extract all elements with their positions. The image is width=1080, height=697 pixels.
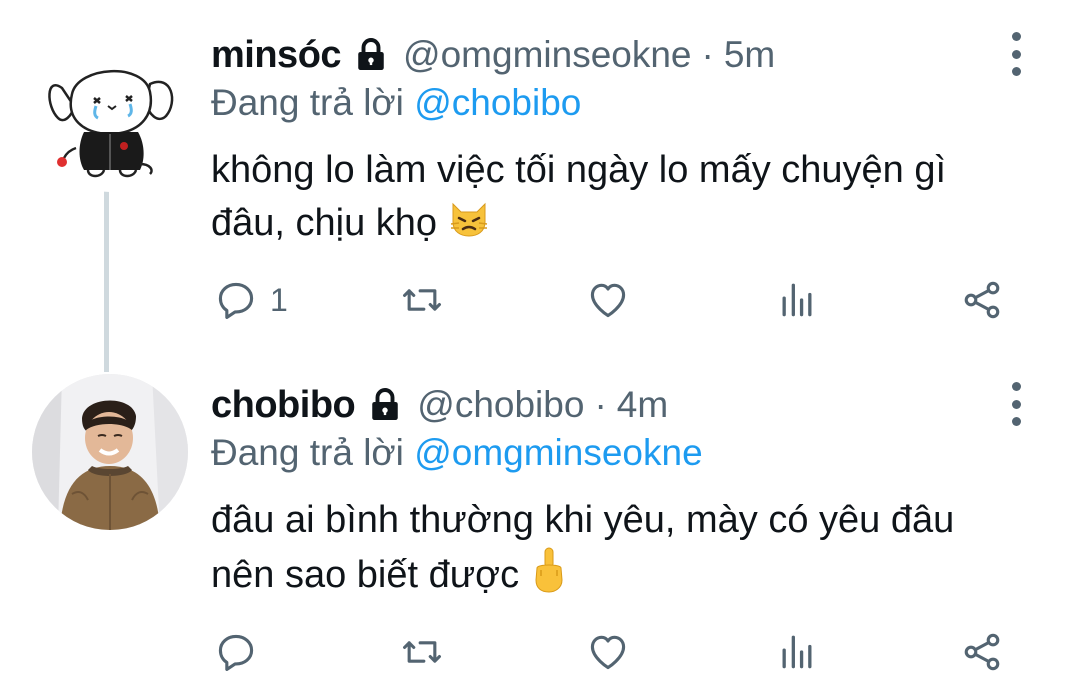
avatar-chobibo[interactable] — [32, 374, 188, 530]
handle[interactable]: @chobibo — [417, 384, 584, 426]
share-icon — [964, 633, 1000, 671]
reply-button[interactable] — [214, 627, 270, 677]
reply-icon — [218, 282, 254, 319]
tweet-text-line: nên sao biết được — [211, 554, 520, 597]
separator-dot: · — [594, 384, 607, 425]
display-name[interactable]: chobibo — [211, 384, 356, 427]
like-button[interactable] — [586, 275, 630, 325]
replying-to: Đang trả lời @omgminseokne — [211, 432, 703, 474]
tweet-2[interactable]: chobibo @chobibo · 4m Đang trả lời @omgm… — [0, 360, 1080, 697]
tweet-text-line: đâu ai bình thường khi yêu, mày có yêu đ… — [211, 499, 955, 541]
tweet-text: đâu ai bình thường khi yêu, mày có yêu đ… — [211, 494, 1031, 608]
views-icon — [782, 635, 812, 669]
tweet-header: chobibo @chobibo · 4m — [211, 380, 668, 430]
mention-link[interactable]: @omgminseokne — [414, 432, 702, 473]
more-options-icon[interactable] — [1004, 382, 1028, 426]
replying-to: Đang trả lời @chobibo — [211, 82, 581, 124]
retweet-icon — [403, 641, 441, 663]
replying-prefix: Đang trả lời — [211, 82, 404, 123]
tweet-text: không lo làm việc tối ngày lo mấy chuyện… — [211, 144, 1031, 254]
tweet-actions: 1 — [0, 275, 1080, 325]
separator-dot: · — [701, 34, 714, 75]
reply-icon — [218, 634, 254, 671]
share-button[interactable] — [960, 627, 1004, 677]
tweet-1[interactable]: minsóc @omgminseokne · 5m Đang trả lời @… — [0, 0, 1080, 360]
tweet-text-line: không lo làm việc tối ngày lo mấy chuyện… — [211, 149, 947, 191]
views-button[interactable] — [775, 627, 819, 677]
angry-cat-emoji — [447, 196, 491, 254]
reply-count: 1 — [270, 281, 288, 318]
like-icon — [590, 635, 626, 670]
tweet-header: minsóc @omgminseokne · 5m — [211, 30, 775, 80]
reply-button[interactable]: 1 — [214, 275, 288, 325]
middle-finger-emoji — [529, 546, 569, 608]
tweet-actions — [0, 627, 1080, 677]
views-icon — [782, 283, 812, 317]
mention-link[interactable]: @chobibo — [414, 82, 581, 123]
share-icon — [964, 281, 1000, 319]
handle[interactable]: @omgminseokne — [403, 34, 691, 76]
views-button[interactable] — [775, 275, 819, 325]
retweet-button[interactable] — [400, 275, 444, 325]
avatar-minsoc[interactable] — [32, 36, 188, 192]
tweet-text-line: đâu, chịu khọ — [211, 202, 438, 245]
replying-prefix: Đang trả lời — [211, 432, 404, 473]
display-name[interactable]: minsóc — [211, 34, 342, 77]
timestamp[interactable]: 4m — [617, 384, 668, 426]
lock-icon — [353, 37, 389, 73]
retweet-button[interactable] — [400, 627, 444, 677]
like-icon — [590, 283, 626, 318]
like-button[interactable] — [586, 627, 630, 677]
lock-icon — [367, 387, 403, 423]
retweet-icon — [403, 289, 441, 311]
timestamp[interactable]: 5m — [724, 34, 775, 76]
share-button[interactable] — [960, 275, 1004, 325]
more-options-icon[interactable] — [1004, 32, 1028, 76]
